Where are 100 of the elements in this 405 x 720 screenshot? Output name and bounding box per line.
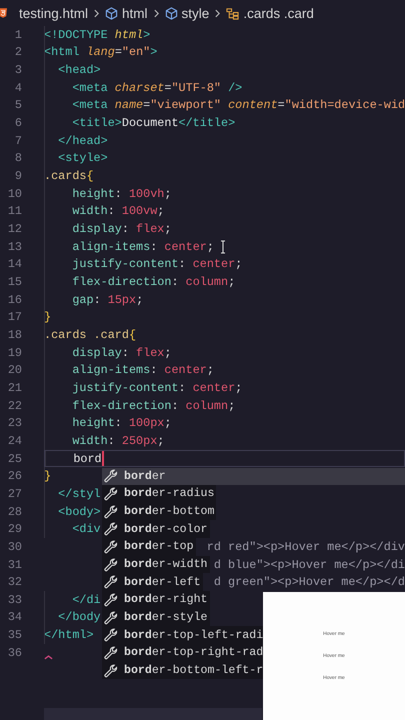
chevron-icon [154, 8, 159, 18]
wrench-icon [104, 540, 118, 554]
code-line: d green"><p>Hover me</p></d [214, 575, 405, 590]
code-line: flex-direction: column; [71, 398, 236, 413]
wrench-icon [104, 558, 118, 572]
code-line: .cards{ [44, 169, 94, 184]
suggestion-item[interactable]: border-top [102, 538, 196, 556]
line-number: 34 [6, 610, 22, 624]
line-number: 21 [6, 380, 22, 395]
code-line: </head> [57, 134, 108, 148]
line-number: 23 [6, 416, 22, 430]
code-line: <title>Document</title> [71, 116, 236, 130]
suggestion-item[interactable]: border-right [102, 591, 210, 609]
wrench-icon [104, 664, 118, 678]
line-number: 33 [6, 592, 22, 607]
code-line: <body> [57, 504, 101, 519]
code-line: </body [57, 610, 101, 624]
squiggle-icon [44, 654, 53, 660]
line-number: 25 [6, 452, 22, 466]
suggestion-item[interactable]: border-color [102, 520, 210, 538]
line-number: 28 [6, 504, 22, 519]
line-number: 12 [6, 222, 22, 236]
line-number: 19 [6, 346, 22, 360]
code-line: align-items: center; [71, 363, 214, 378]
code-line: display: flex; [71, 346, 172, 360]
code-line: </styl [57, 486, 101, 501]
code-line: bord [72, 452, 102, 466]
code-line: height: 100vh; [71, 186, 172, 201]
line-number: 17 [6, 310, 22, 324]
line-number: 10 [6, 186, 22, 201]
suggestion-item[interactable]: border-left [102, 573, 203, 592]
line-number: 29 [6, 522, 22, 536]
code-line: height: 100px; [71, 416, 172, 430]
line-number: 15 [6, 275, 22, 290]
suggestion-item[interactable]: border-radius [102, 485, 216, 503]
suggestion-item[interactable]: border [102, 468, 405, 486]
line-number: 5 [14, 98, 22, 112]
line-number: 20 [6, 363, 22, 378]
cube-icon [164, 6, 178, 20]
code-line: <!DOCTYPE html> [44, 28, 150, 42]
line-number: 22 [6, 398, 22, 413]
code-line: width: 250px; [71, 434, 164, 448]
code-line: .cards .card{ [44, 328, 136, 342]
cube-icon [105, 6, 118, 20]
code-line: </html> [44, 628, 94, 642]
code-line: rd red"><p>Hover me</p></div [206, 540, 405, 554]
line-number: 30 [6, 540, 22, 554]
line-number: 16 [6, 292, 22, 307]
wrench-icon [104, 575, 118, 590]
suggestion-item[interactable]: border-top-left-radi [102, 626, 266, 644]
line-number: 9 [14, 169, 22, 184]
suggestion-item[interactable]: border-bottom [102, 502, 216, 520]
chevron-icon [215, 8, 220, 18]
wrench-icon [104, 469, 118, 484]
code-line: <head> [57, 63, 101, 78]
wrench-icon [104, 522, 118, 536]
code-line: align-items: center; [71, 240, 214, 254]
code-line: <style> [57, 151, 108, 166]
suggestion-item[interactable]: border-width [102, 556, 210, 574]
code-line: justify-content: center; [71, 257, 242, 272]
breadcrumb-item[interactable]: .cards .card [243, 6, 314, 20]
line-number: 3 [14, 63, 22, 78]
wrench-icon [104, 628, 118, 642]
breadcrumb-item[interactable]: testing.html [19, 6, 88, 20]
code-line: } [44, 469, 52, 484]
line-number: 8 [14, 151, 22, 166]
line-number: 1 [14, 28, 22, 42]
line-number: 11 [6, 204, 22, 218]
code-line: <html lang="en"> [44, 45, 158, 60]
breadcrumb-item[interactable]: html [122, 6, 148, 20]
wrench-icon [104, 646, 118, 660]
line-number: 7 [14, 134, 22, 148]
line-number: 32 [6, 575, 22, 590]
code-line: <meta charset="UTF-8" /> [71, 80, 242, 95]
line-number: 26 [6, 469, 22, 484]
line-number: 35 [6, 628, 22, 642]
wrench-icon [104, 486, 118, 501]
line-number: 2 [14, 45, 22, 60]
suggestion-item[interactable]: border-top-right-rad [102, 644, 266, 662]
line-number: 6 [14, 116, 22, 130]
code-line: d blue"><p>Hover me</p></di [214, 558, 405, 572]
wrench-icon [104, 504, 118, 519]
chevron-icon [94, 8, 100, 18]
code-line: justify-content: center; [71, 380, 242, 395]
code-line: flex-direction: column; [71, 275, 236, 290]
breadcrumb-item[interactable]: style [182, 6, 210, 20]
code-line: <meta name="viewport" content="width=device-wid [71, 98, 405, 112]
line-number: 24 [6, 434, 22, 448]
line-number: 27 [6, 486, 22, 501]
code-line: width: 100vw; [71, 204, 164, 218]
line-number: 36 [6, 646, 22, 660]
suggestion-item[interactable]: border-bottom-left-r [102, 662, 266, 680]
line-number: 14 [6, 257, 22, 272]
line-number: 13 [6, 240, 22, 254]
suggestion-item[interactable]: border-style [102, 608, 210, 626]
code-line: gap: 15px; [71, 292, 144, 307]
code-line: </di [71, 592, 101, 607]
selector-icon [226, 6, 240, 20]
text-caret [102, 451, 104, 466]
code-line: <div [71, 522, 101, 536]
